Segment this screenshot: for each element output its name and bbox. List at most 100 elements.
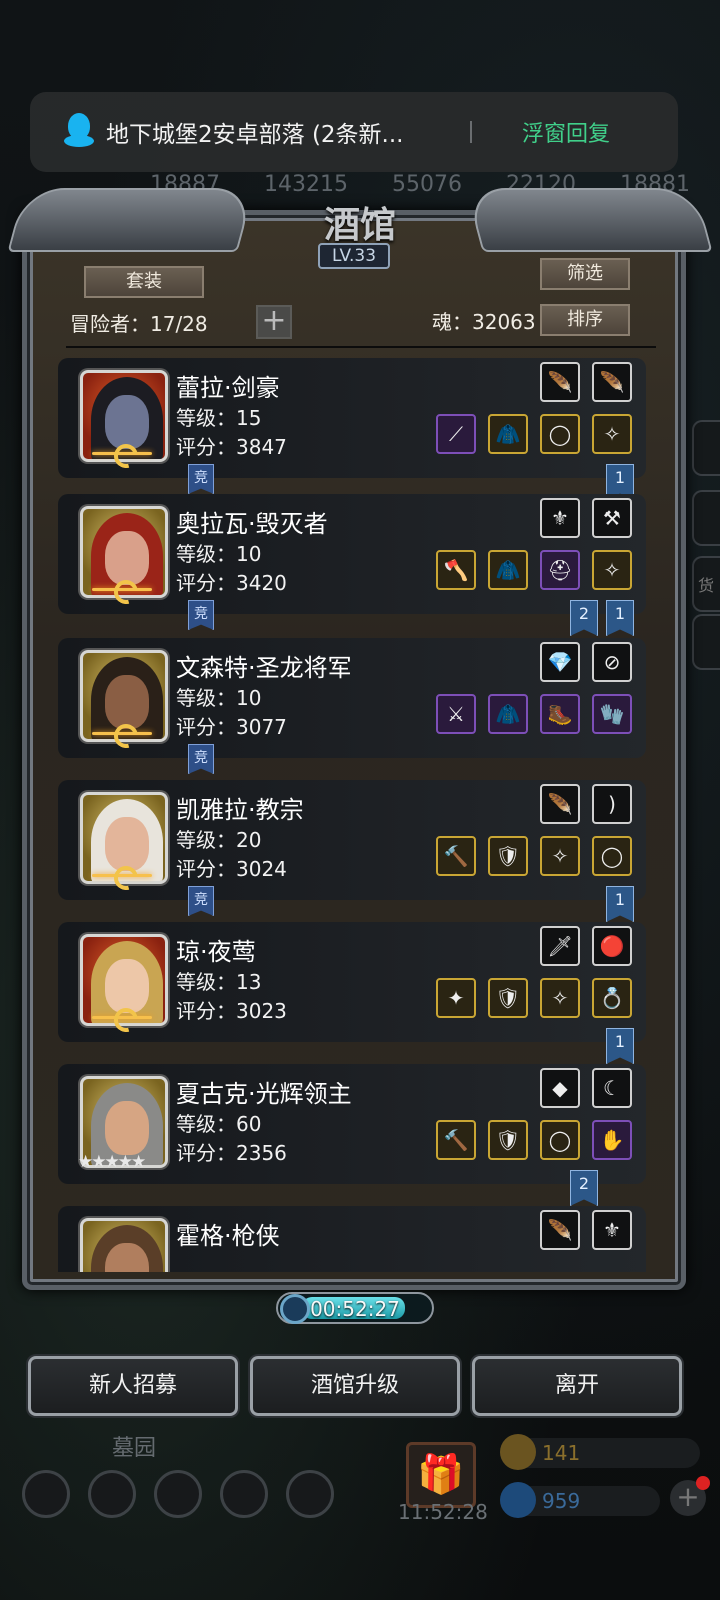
notification-banner[interactable]: 地下城堡2安卓部落 (2条新... 浮窗回复 <box>30 92 678 172</box>
achievement-icon[interactable] <box>88 1470 136 1518</box>
gold-value: 141 <box>542 1441 581 1465</box>
gloves-item-icon[interactable]: 🧤 <box>592 694 632 734</box>
feather-item-icon[interactable]: 🪶 <box>540 784 580 824</box>
book-icon[interactable] <box>154 1470 202 1518</box>
plate-armor-item-icon[interactable]: 🛡 <box>488 836 528 876</box>
hero-name: 霍格·枪侠 <box>176 1222 280 1250</box>
sword-item-icon[interactable]: ⚔ <box>436 694 476 734</box>
gift-box-icon[interactable]: 🎁 <box>406 1442 476 1508</box>
gauntlet-item-icon[interactable]: ✋ <box>592 1120 632 1160</box>
tool-item-icon[interactable]: ⚒ <box>592 498 632 538</box>
ring-item-icon[interactable]: ◯ <box>540 414 580 454</box>
hero-name: 奥拉瓦·毁灭者 <box>176 510 328 538</box>
divider <box>470 121 472 143</box>
hero-card[interactable]: 凯雅拉·教宗 等级：20 评分：3024 🪶 ) 🔨 🛡 ✧ ◯ <box>58 780 646 900</box>
team-tag: 1 <box>606 886 634 922</box>
upgrade-tavern-button[interactable]: 酒馆升级 <box>250 1356 460 1416</box>
ring-item-icon[interactable]: ◯ <box>592 836 632 876</box>
gem-item-icon[interactable]: 💎 <box>540 642 580 682</box>
feather-item-icon[interactable]: 🪶 <box>592 362 632 402</box>
team-tag: 1 <box>606 600 634 636</box>
amulet-item-icon[interactable]: ✧ <box>592 550 632 590</box>
hero-name: 琼·夜莺 <box>176 938 256 966</box>
hero-name: 文森特·圣龙将军 <box>176 654 352 682</box>
axe-item-icon[interactable]: 🪓 <box>436 550 476 590</box>
tavern-level-badge: LV.33 <box>318 243 390 269</box>
hero-card[interactable]: 蕾拉·剑豪 等级：15 评分：3847 🪶 🪶 ⟋ 🧥 ◯ ✧ <box>58 358 646 478</box>
side-tab[interactable] <box>692 614 720 670</box>
area-label: 墓园 <box>112 1436 157 1461</box>
recruit-button[interactable]: 新人招募 <box>28 1356 238 1416</box>
hero-card[interactable]: 琼·夜莺 等级：13 评分：3023 🗡 🔴 ✦ 🛡 ✧ 💍 <box>58 922 646 1042</box>
hero-score: 评分：3023 <box>176 999 287 1023</box>
team-tag: 2 <box>570 600 598 636</box>
bracelet-item-icon[interactable]: ⊘ <box>592 642 632 682</box>
plate-armor-item-icon[interactable]: 🛡 <box>488 1120 528 1160</box>
hammer-item-icon[interactable]: 🔨 <box>436 1120 476 1160</box>
arena-tag: 竞 <box>188 744 214 774</box>
sort-button[interactable]: 排序 <box>540 304 630 336</box>
gold-coin-icon <box>500 1434 536 1470</box>
hero-card[interactable]: 奥拉瓦·毁灭者 等级：10 评分：3420 ⚜ ⚒ 🪓 🧥 ⛑ ✧ <box>58 494 646 614</box>
side-tab[interactable]: 货 <box>692 556 720 612</box>
clock-icon <box>280 1294 310 1324</box>
notification-dot <box>696 1476 710 1490</box>
blue-gem-icon <box>500 1482 536 1518</box>
soul-count: 魂：32063 <box>432 310 536 334</box>
qq-penguin-icon <box>64 113 96 151</box>
map-icon[interactable] <box>286 1470 334 1518</box>
hero-list[interactable]: 蕾拉·剑豪 等级：15 评分：3847 🪶 🪶 ⟋ 🧥 ◯ ✧ 竞 1 奥拉瓦·… <box>58 358 658 1272</box>
side-tab-label: 货 <box>698 576 715 595</box>
add-slot-button[interactable]: + <box>256 305 292 339</box>
hero-card[interactable]: ★★★★★ 夏古克·光辉领主 等级：60 评分：2356 ◆ ☾ 🔨 🛡 ◯ ✋ <box>58 1064 646 1184</box>
arena-tag: 竞 <box>188 464 214 494</box>
armor-item-icon[interactable]: 🧥 <box>488 414 528 454</box>
bg-stat: 55076 <box>391 172 462 197</box>
armor-item-icon[interactable]: 🧥 <box>488 694 528 734</box>
crystal-item-icon[interactable]: ◆ <box>540 1068 580 1108</box>
hero-card[interactable]: 文森特·圣龙将军 等级：10 评分：3077 💎 ⊘ ⚔ 🧥 🥾 🧤 <box>58 638 646 758</box>
hero-card[interactable]: 霍格·枪侠 🪶 ⚜ <box>58 1206 646 1272</box>
hero-score: 评分：2356 <box>176 1141 287 1165</box>
amulet-item-icon[interactable]: ✧ <box>540 978 580 1018</box>
amulet-item-icon[interactable]: ✧ <box>592 414 632 454</box>
mail-icon[interactable] <box>220 1470 268 1518</box>
emblem-item-icon[interactable]: ⚜ <box>592 1210 632 1250</box>
dagger-item-icon[interactable]: 🗡 <box>540 926 580 966</box>
hero-name: 夏古克·光辉领主 <box>176 1080 352 1108</box>
hero-level: 等级：60 <box>176 1112 262 1136</box>
adventurer-count: 冒险者：17/28 <box>70 312 208 336</box>
spear-item-icon[interactable]: ⟋ <box>436 414 476 454</box>
staff-item-icon[interactable]: ✦ <box>436 978 476 1018</box>
ruby-item-icon[interactable]: 🔴 <box>592 926 632 966</box>
feather-item-icon[interactable]: 🪶 <box>540 1210 580 1250</box>
amulet-item-icon[interactable]: ✧ <box>540 836 580 876</box>
settings-icon[interactable] <box>22 1470 70 1518</box>
panel-title: 酒馆 <box>323 204 396 246</box>
boots-item-icon[interactable]: 🥾 <box>540 694 580 734</box>
armor-item-icon[interactable]: 🧥 <box>488 550 528 590</box>
filter-button[interactable]: 筛选 <box>540 258 630 290</box>
hammer-item-icon[interactable]: 🔨 <box>436 836 476 876</box>
leave-button[interactable]: 离开 <box>472 1356 682 1416</box>
divider <box>66 346 656 348</box>
hero-score: 评分：3847 <box>176 435 287 459</box>
hero-level: 等级：13 <box>176 970 262 994</box>
emblem-item-icon[interactable]: ⚜ <box>540 498 580 538</box>
notification-text: 地下城堡2安卓部落 (2条新... <box>106 122 404 148</box>
bow-item-icon[interactable]: ) <box>592 784 632 824</box>
set-button[interactable]: 套装 <box>84 266 204 298</box>
gem-ring-item-icon[interactable]: 💍 <box>592 978 632 1018</box>
side-tab[interactable] <box>692 490 720 546</box>
helmet-item-icon[interactable]: ⛑ <box>540 550 580 590</box>
side-tab[interactable] <box>692 420 720 476</box>
plate-armor-item-icon[interactable]: 🛡 <box>488 978 528 1018</box>
ring-item-icon[interactable]: ◯ <box>540 1120 580 1160</box>
arena-tag: 竞 <box>188 600 214 630</box>
bg-stat: 143215 <box>264 172 348 197</box>
hero-name: 凯雅拉·教宗 <box>176 796 304 824</box>
feather-item-icon[interactable]: 🪶 <box>540 362 580 402</box>
fang-item-icon[interactable]: ☾ <box>592 1068 632 1108</box>
team-tag: 2 <box>570 1170 598 1206</box>
reply-button[interactable]: 浮窗回复 <box>522 116 610 148</box>
